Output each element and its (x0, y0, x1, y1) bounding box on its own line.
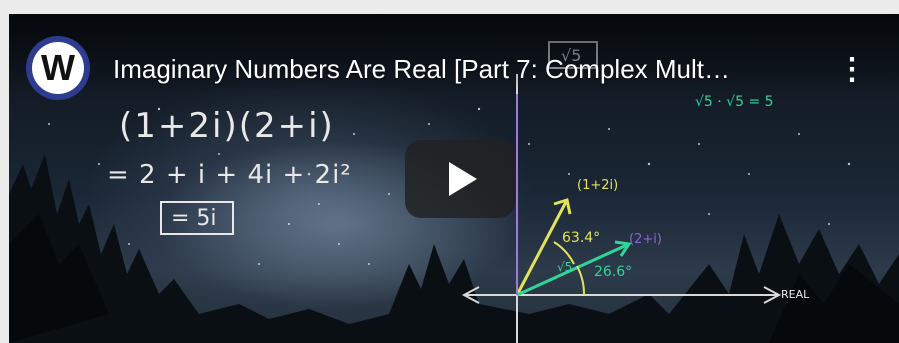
angle-b-label: 26.6° (594, 264, 633, 280)
result-expression: = 5i (171, 206, 217, 231)
play-button[interactable] (405, 140, 515, 218)
sqrt-note: √5 · √5 = 5 (695, 94, 774, 110)
angle-a-label: 63.4° (562, 230, 601, 246)
length-label: √5 (557, 260, 573, 274)
kebab-vertical-icon[interactable]: ⋮ (837, 50, 867, 90)
video-title[interactable]: Imaginary Numbers Are Real [Part 7: Comp… (113, 54, 813, 85)
expansion-expression: = 2 + i + 4i + 2i² (107, 160, 352, 190)
vector-b-label: (2+i) (629, 232, 662, 247)
vector-a-label: (1+2i) (577, 178, 619, 193)
product-expression: (1+2i)(2+i) (119, 106, 335, 146)
play-icon (449, 162, 477, 196)
channel-logo[interactable]: W (26, 36, 90, 100)
video-player[interactable]: (1+2i)(2+i) = 2 + i + 4i + 2i² = 5i √5 ·… (9, 14, 899, 343)
channel-logo-letter: W (32, 42, 84, 94)
real-axis-label: REAL (781, 288, 810, 301)
